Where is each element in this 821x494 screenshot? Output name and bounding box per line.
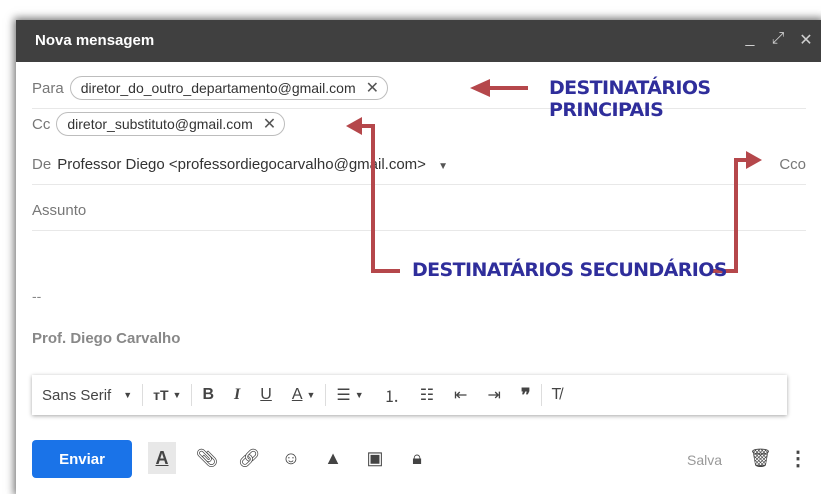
cc-recipient-email: diretor_substituto@gmail.com — [67, 116, 253, 132]
numbered-list-button[interactable]: ⒈ — [374, 383, 410, 407]
insert-emoji-icon[interactable]: ☺ — [280, 442, 302, 474]
attach-file-icon[interactable]: 📎︎ — [196, 442, 219, 474]
align-button[interactable]: ☰ ▼ — [326, 385, 373, 405]
to-recipient-email: diretor_do_outro_departamento@gmail.com — [80, 80, 356, 96]
send-button[interactable]: Enviar — [32, 440, 132, 478]
bcc-link[interactable]: Cco — [779, 156, 806, 173]
bulleted-list-button[interactable]: ☷ — [410, 385, 444, 405]
font-size-button[interactable]: тT ▼ — [143, 387, 191, 403]
minimize-icon[interactable]: _ — [742, 30, 758, 50]
bold-button[interactable]: B — [192, 386, 224, 404]
font-size-icon: тT — [153, 387, 169, 403]
callout-primary-recipients: DESTINATÁRIOS PRINCIPAIS — [549, 77, 711, 121]
chevron-down-icon: ▼ — [354, 390, 364, 400]
indent-less-button[interactable]: ⇤ — [444, 385, 477, 405]
chevron-down-icon: ▼ — [123, 390, 133, 400]
confidential-mode-icon[interactable]: 🔒︎ — [406, 442, 428, 474]
chevron-down-icon: ▼ — [438, 160, 449, 172]
cc-recipient-chip[interactable]: diretor_substituto@gmail.com ✕ — [56, 112, 286, 136]
indent-more-button[interactable]: ⇥ — [477, 385, 510, 405]
formatting-options-icon[interactable]: A — [148, 442, 176, 474]
chevron-down-icon: ▼ — [172, 390, 182, 400]
to-recipient-chip[interactable]: diretor_do_outro_departamento@gmail.com … — [69, 76, 389, 100]
to-label: Para — [32, 79, 64, 97]
chevron-down-icon: ▼ — [306, 390, 316, 400]
compose-titlebar[interactable]: Nova mensagem _ ⤢ ✕ — [16, 20, 821, 62]
font-family-value: Sans Serif — [42, 386, 112, 404]
text-color-icon: A — [291, 386, 303, 403]
from-label: De — [32, 155, 52, 173]
underline-button[interactable]: U — [250, 386, 282, 404]
fullscreen-icon[interactable]: ⤢ — [770, 30, 786, 50]
italic-icon: I — [234, 386, 241, 403]
signature-separator: -- — [32, 288, 42, 304]
insert-photo-icon[interactable]: ▣ — [364, 442, 386, 474]
quote-button[interactable]: ❞ — [511, 385, 541, 406]
remove-recipient-icon[interactable]: ✕ — [263, 114, 276, 134]
from-row: De Professor Diego <professordiegocarval… — [32, 144, 806, 185]
subject-input[interactable]: Assunto — [32, 202, 86, 219]
subject-row[interactable]: Assunto — [32, 190, 806, 231]
italic-button[interactable]: I — [224, 386, 250, 404]
numbered-list-icon: ⒈ — [383, 389, 400, 406]
more-options-icon[interactable]: ⋮ — [788, 446, 808, 471]
discard-draft-icon[interactable]: 🗑︎ — [749, 448, 772, 469]
underline-icon: U — [260, 386, 272, 403]
insert-link-icon[interactable]: 🔗︎ — [238, 442, 261, 474]
compose-actions: A 📎︎ 🔗︎ ☺ ▲ ▣ 🔒︎ — [148, 442, 428, 474]
close-icon[interactable]: ✕ — [798, 30, 814, 50]
from-value: Professor Diego <professordiegocarvalho@… — [57, 155, 426, 173]
callout-secondary-recipients: DESTINATÁRIOS SECUNDÁRIOS — [412, 259, 727, 281]
formatting-toolbar: Sans Serif ▼ тT ▼ B I U A ▼ ☰ ▼ ⒈ ☷ ⇤ ⇥ … — [32, 375, 787, 415]
remove-formatting-icon: T̸ — [551, 386, 562, 403]
align-left-icon: ☰ — [336, 387, 351, 404]
cc-label: Cc — [32, 115, 51, 133]
text-color-button[interactable]: A ▼ — [282, 386, 326, 404]
signature: Prof. Diego Carvalho — [32, 330, 181, 347]
google-drive-icon[interactable]: ▲ — [322, 442, 344, 474]
quote-icon: ❞ — [520, 384, 531, 405]
saved-status: Salva — [687, 452, 723, 468]
from-select[interactable]: Professor Diego <professordiegocarvalho@… — [57, 156, 448, 173]
remove-formatting-button[interactable]: T̸ — [542, 386, 572, 404]
font-family-select[interactable]: Sans Serif ▼ — [32, 387, 142, 404]
indent-more-icon: ⇥ — [487, 387, 501, 404]
remove-recipient-icon[interactable]: ✕ — [366, 78, 379, 98]
compose-title: Nova mensagem — [35, 32, 155, 49]
indent-less-icon: ⇤ — [454, 387, 468, 404]
window-controls: _ ⤢ ✕ — [742, 30, 814, 50]
bold-icon: B — [202, 386, 215, 403]
bulleted-list-icon: ☷ — [419, 387, 435, 404]
